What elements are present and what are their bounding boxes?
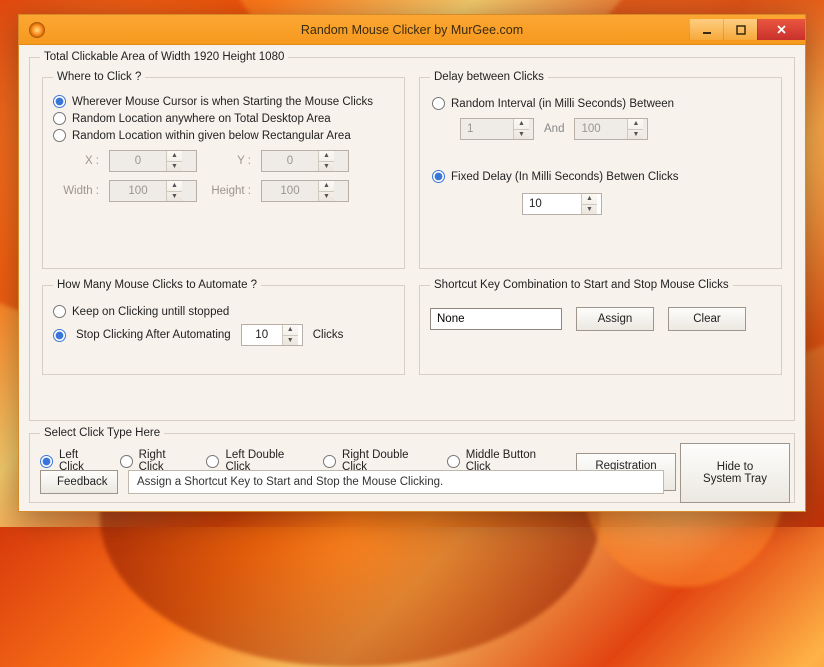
assign-button[interactable]: Assign [576, 307, 654, 331]
feedback-button[interactable]: Feedback [40, 470, 118, 494]
howmany-legend: How Many Mouse Clicks to Automate ? [53, 279, 261, 291]
where-legend: Where to Click ? [53, 71, 145, 83]
down-arrow-icon[interactable]: ▼ [283, 335, 298, 346]
where-cursor-label: Wherever Mouse Cursor is when Starting t… [72, 96, 373, 108]
left-double-click-radio[interactable] [206, 455, 219, 468]
outer-legend: Total Clickable Area of Width 1920 Heigh… [40, 51, 288, 63]
outer-group: Total Clickable Area of Width 1920 Heigh… [29, 51, 795, 421]
up-arrow-icon[interactable]: ▲ [582, 194, 597, 204]
middle-click-radio[interactable] [447, 455, 460, 468]
hide-to-tray-button[interactable]: Hide to System Tray [680, 443, 790, 503]
delay-from-spinner[interactable]: ▲▼ [460, 118, 534, 140]
delay-from-input[interactable] [461, 119, 513, 139]
stop-count-spinner[interactable]: ▲▼ [241, 324, 303, 346]
click-type-group: Select Click Type Here Left Click Right … [29, 427, 795, 503]
down-arrow-icon[interactable]: ▼ [319, 191, 334, 202]
down-arrow-icon[interactable]: ▼ [319, 161, 334, 172]
delay-fixed-spinner[interactable]: ▲▼ [522, 193, 602, 215]
width-input[interactable] [110, 181, 166, 201]
window-title: Random Mouse Clicker by MurGee.com [19, 23, 805, 37]
stop-count-input[interactable] [242, 325, 282, 345]
keep-clicking-radio[interactable] [53, 305, 66, 318]
y-label: Y : [205, 155, 253, 167]
delay-to-input[interactable] [575, 119, 627, 139]
app-icon [29, 22, 45, 38]
shortcut-legend: Shortcut Key Combination to Start and St… [430, 279, 733, 291]
click-type-legend: Select Click Type Here [40, 427, 164, 439]
right-double-click-radio[interactable] [323, 455, 336, 468]
where-to-click-group: Where to Click ? Wherever Mouse Cursor i… [42, 71, 405, 269]
down-arrow-icon[interactable]: ▼ [167, 191, 182, 202]
delay-fixed-label: Fixed Delay (In Milli Seconds) Betwen Cl… [451, 171, 679, 183]
maximize-icon [736, 25, 746, 35]
window-controls [689, 19, 805, 40]
width-spinner[interactable]: ▲▼ [109, 180, 197, 202]
up-arrow-icon[interactable]: ▲ [167, 151, 182, 161]
delay-group: Delay between Clicks Random Interval (in… [419, 71, 782, 269]
delay-fixed-input[interactable] [523, 194, 581, 214]
down-arrow-icon[interactable]: ▼ [582, 204, 597, 215]
height-label: Height : [205, 185, 253, 197]
client-area: Total Clickable Area of Width 1920 Heigh… [19, 45, 805, 511]
close-icon [776, 24, 787, 35]
x-label: X : [53, 155, 101, 167]
left-click-radio[interactable] [40, 455, 53, 468]
x-input[interactable] [110, 151, 166, 171]
y-input[interactable] [262, 151, 318, 171]
right-click-radio[interactable] [120, 455, 133, 468]
down-arrow-icon[interactable]: ▼ [167, 161, 182, 172]
delay-legend: Delay between Clicks [430, 71, 548, 83]
clicks-suffix: Clicks [313, 329, 344, 341]
minimize-button[interactable] [689, 19, 723, 40]
up-arrow-icon[interactable]: ▲ [628, 119, 643, 129]
shortcut-group: Shortcut Key Combination to Start and St… [419, 279, 782, 375]
up-arrow-icon[interactable]: ▲ [319, 181, 334, 191]
down-arrow-icon[interactable]: ▼ [514, 129, 529, 140]
rect-coords: X : ▲▼ Y : ▲▼ Width : [53, 150, 394, 202]
up-arrow-icon[interactable]: ▲ [283, 325, 298, 335]
x-spinner[interactable]: ▲▼ [109, 150, 197, 172]
height-spinner[interactable]: ▲▼ [261, 180, 349, 202]
shortcut-input[interactable] [430, 308, 562, 330]
where-cursor-radio[interactable] [53, 95, 66, 108]
where-rect-radio[interactable] [53, 129, 66, 142]
delay-random-radio[interactable] [432, 97, 445, 110]
width-label: Width : [53, 185, 101, 197]
stop-after-label: Stop Clicking After Automating [76, 329, 231, 341]
status-bar: Assign a Shortcut Key to Start and Stop … [128, 470, 664, 494]
stop-after-radio[interactable] [53, 329, 66, 342]
close-button[interactable] [757, 19, 805, 40]
where-desktop-radio[interactable] [53, 112, 66, 125]
y-spinner[interactable]: ▲▼ [261, 150, 349, 172]
where-rect-label: Random Location within given below Recta… [72, 130, 351, 142]
down-arrow-icon[interactable]: ▼ [628, 129, 643, 140]
delay-to-spinner[interactable]: ▲▼ [574, 118, 648, 140]
up-arrow-icon[interactable]: ▲ [514, 119, 529, 129]
where-desktop-label: Random Location anywhere on Total Deskto… [72, 113, 331, 125]
up-arrow-icon[interactable]: ▲ [167, 181, 182, 191]
how-many-group: How Many Mouse Clicks to Automate ? Keep… [42, 279, 405, 375]
minimize-icon [702, 25, 712, 35]
maximize-button[interactable] [723, 19, 757, 40]
up-arrow-icon[interactable]: ▲ [319, 151, 334, 161]
app-window: Random Mouse Clicker by MurGee.com Total… [18, 14, 806, 512]
clear-button[interactable]: Clear [668, 307, 746, 331]
delay-fixed-radio[interactable] [432, 170, 445, 183]
delay-random-label: Random Interval (in Milli Seconds) Betwe… [451, 98, 674, 110]
height-input[interactable] [262, 181, 318, 201]
keep-clicking-label: Keep on Clicking untill stopped [72, 306, 229, 318]
title-bar[interactable]: Random Mouse Clicker by MurGee.com [19, 15, 805, 45]
delay-and-label: And [544, 123, 564, 135]
